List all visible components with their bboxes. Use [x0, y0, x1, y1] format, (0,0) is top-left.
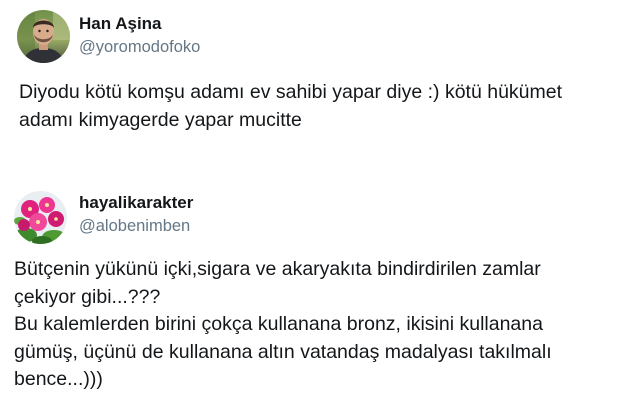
- tweet-author[interactable]: Han Aşina @yoromodofoko: [79, 14, 200, 58]
- divider: [0, 164, 636, 165]
- tweet-text: Bütçenin yükünü içki,sigara ve akaryakıt…: [14, 258, 552, 390]
- tweet-text: Diyodu kötü komşu adamı ev sahibi yapar …: [19, 81, 563, 131]
- user-handle[interactable]: @alobenimben: [79, 215, 193, 237]
- tweet: hayalikarakter @alobenimben Bütçenin yük…: [0, 175, 636, 414]
- avatar[interactable]: [17, 10, 70, 63]
- tweet-author[interactable]: hayalikarakter @alobenimben: [79, 193, 193, 237]
- display-name[interactable]: hayalikarakter: [79, 193, 193, 213]
- display-name[interactable]: Han Aşina: [79, 14, 200, 34]
- avatar[interactable]: [14, 191, 67, 244]
- user-handle[interactable]: @yoromodofoko: [79, 36, 200, 58]
- tweet: Han Aşina @yoromodofoko Diyodu kötü komş…: [0, 0, 636, 160]
